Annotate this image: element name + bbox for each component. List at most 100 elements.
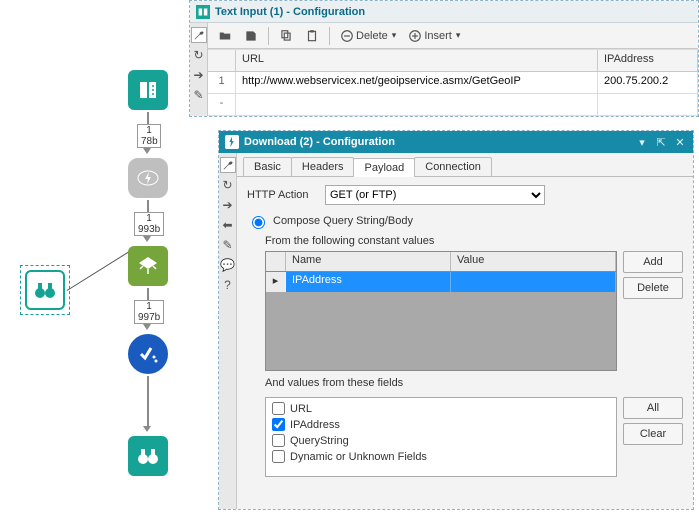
close-button[interactable]: ✕	[673, 136, 687, 149]
copy-button[interactable]	[275, 28, 297, 44]
connector-label-1: 1 78b	[137, 124, 161, 148]
binoculars-icon	[136, 444, 160, 468]
tab-refresh[interactable]: ↻	[191, 47, 207, 63]
row-number[interactable]: 1	[208, 72, 236, 94]
text-input-config-window: Text Input (1) - Configuration ↻ ➔ ✎ Del…	[189, 0, 699, 117]
payload-pane: HTTP Action GET (or FTP) Compose Query S…	[237, 177, 693, 485]
compose-radio-input[interactable]	[252, 216, 265, 229]
compose-label: Compose Query String/Body	[273, 215, 413, 227]
arrow-icon	[143, 236, 151, 242]
paste-button[interactable]	[301, 28, 323, 44]
check-dots-icon	[136, 342, 160, 366]
tab-import[interactable]: ⬅	[220, 217, 236, 233]
arrow-icon	[143, 148, 151, 154]
download-config-window: Download (2) - Configuration ▾ ⇱ ✕ ↻ ➔ ⬅…	[218, 130, 694, 510]
column-header-ip[interactable]: IPAddress	[598, 50, 698, 72]
tab-configure[interactable]	[220, 157, 236, 173]
browse-node-bottom[interactable]	[128, 436, 168, 476]
text-input-node[interactable]	[128, 70, 168, 110]
column-header-url[interactable]: URL	[236, 50, 598, 72]
chevron-down-icon: ▾	[456, 30, 461, 41]
book-icon	[136, 78, 160, 102]
row-select-header	[266, 252, 286, 271]
http-action-select[interactable]: GET (or FTP)	[325, 185, 545, 205]
field-querystring[interactable]: QueryString	[272, 434, 610, 447]
open-button[interactable]	[214, 28, 236, 44]
lightning-cloud-icon	[136, 166, 160, 190]
row-header-blank	[208, 50, 236, 72]
wrench-icon	[222, 159, 234, 171]
tab-refresh[interactable]: ↻	[220, 177, 236, 193]
arrow-icon	[143, 324, 151, 330]
side-tabs: ↻ ➔ ✎	[190, 23, 208, 116]
col-name[interactable]: Name	[286, 252, 451, 271]
field-dynamic[interactable]: Dynamic or Unknown Fields	[272, 450, 610, 463]
toolbar: Delete▾ Insert▾	[208, 23, 698, 49]
binoculars-icon	[33, 278, 57, 302]
copy-icon	[279, 29, 293, 43]
tab-basic[interactable]: Basic	[243, 157, 292, 176]
save-button[interactable]	[240, 28, 262, 44]
fields-heading: And values from these fields	[265, 377, 683, 389]
all-button[interactable]: All	[623, 397, 683, 419]
clipboard-icon	[305, 29, 319, 43]
plus-circle-icon	[408, 29, 422, 43]
col-value[interactable]: Value	[451, 252, 616, 271]
constants-heading: From the following constant values	[265, 235, 683, 247]
arrow-icon	[143, 426, 151, 432]
select-node[interactable]	[128, 334, 168, 374]
side-tabs: ↻ ➔ ⬅ ✎ 💬 ?	[219, 153, 237, 509]
tab-annotate[interactable]: ✎	[191, 87, 207, 103]
clear-button[interactable]: Clear	[623, 423, 683, 445]
row-number-empty[interactable]: -	[208, 94, 236, 116]
cell-empty[interactable]	[236, 94, 598, 116]
connector-line	[147, 200, 149, 212]
wrench-icon	[193, 29, 205, 41]
cell-name[interactable]: IPAddress	[286, 272, 451, 292]
download-node[interactable]	[128, 158, 168, 198]
window-title: Download (2) - Configuration	[244, 136, 395, 148]
field-url[interactable]: URL	[272, 402, 610, 415]
row-indicator-icon: ▸	[266, 272, 286, 292]
app-icon	[225, 135, 239, 149]
cell-ip[interactable]: 200.75.200.2	[598, 72, 698, 94]
workflow-canvas: 1 78b 1 993b 1 997b	[0, 0, 200, 524]
folder-open-icon	[218, 29, 232, 43]
delete-button[interactable]: Delete▾	[336, 28, 400, 44]
window-title: Text Input (1) - Configuration	[215, 6, 365, 18]
tab-export[interactable]: ➔	[191, 67, 207, 83]
compose-radio[interactable]: Compose Query String/Body	[247, 213, 683, 229]
connector-label-3: 1 997b	[134, 300, 164, 324]
pin-button[interactable]: ⇱	[654, 136, 668, 149]
titlebar[interactable]: Text Input (1) - Configuration	[190, 1, 698, 23]
minus-circle-icon	[340, 29, 354, 43]
tab-comment[interactable]: 💬	[220, 257, 236, 273]
xml-parse-node[interactable]	[128, 246, 168, 286]
tab-help[interactable]: ?	[220, 277, 236, 293]
tab-payload[interactable]: Payload	[353, 158, 415, 177]
cell-empty[interactable]	[598, 94, 698, 116]
constants-grid[interactable]: Name Value ▸ IPAddress	[265, 251, 617, 371]
cell-url[interactable]: http://www.webservicex.net/geoipservice.…	[236, 72, 598, 94]
tab-connection[interactable]: Connection	[414, 157, 492, 176]
chevron-down-icon: ▾	[392, 30, 397, 41]
tab-configure[interactable]	[191, 27, 207, 43]
data-grid[interactable]: URL IPAddress 1 http://www.webservicex.n…	[208, 49, 698, 116]
titlebar[interactable]: Download (2) - Configuration ▾ ⇱ ✕	[219, 131, 693, 153]
cell-value[interactable]	[451, 272, 616, 292]
connector-line	[147, 376, 149, 426]
add-button[interactable]: Add	[623, 251, 683, 273]
connector-label-2: 1 993b	[134, 212, 164, 236]
dropdown-button[interactable]: ▾	[635, 136, 649, 149]
connector-line	[147, 112, 149, 124]
insert-button[interactable]: Insert▾	[404, 28, 464, 44]
save-icon	[244, 29, 258, 43]
tab-export[interactable]: ➔	[220, 197, 236, 213]
grid-row-selected[interactable]: ▸ IPAddress	[266, 272, 616, 292]
browse-node-left[interactable]	[25, 270, 65, 310]
tab-headers[interactable]: Headers	[291, 157, 355, 176]
tab-annotate[interactable]: ✎	[220, 237, 236, 253]
delete-button[interactable]: Delete	[623, 277, 683, 299]
xml-parse-icon	[136, 254, 160, 278]
field-ipaddress[interactable]: IPAddress	[272, 418, 610, 431]
